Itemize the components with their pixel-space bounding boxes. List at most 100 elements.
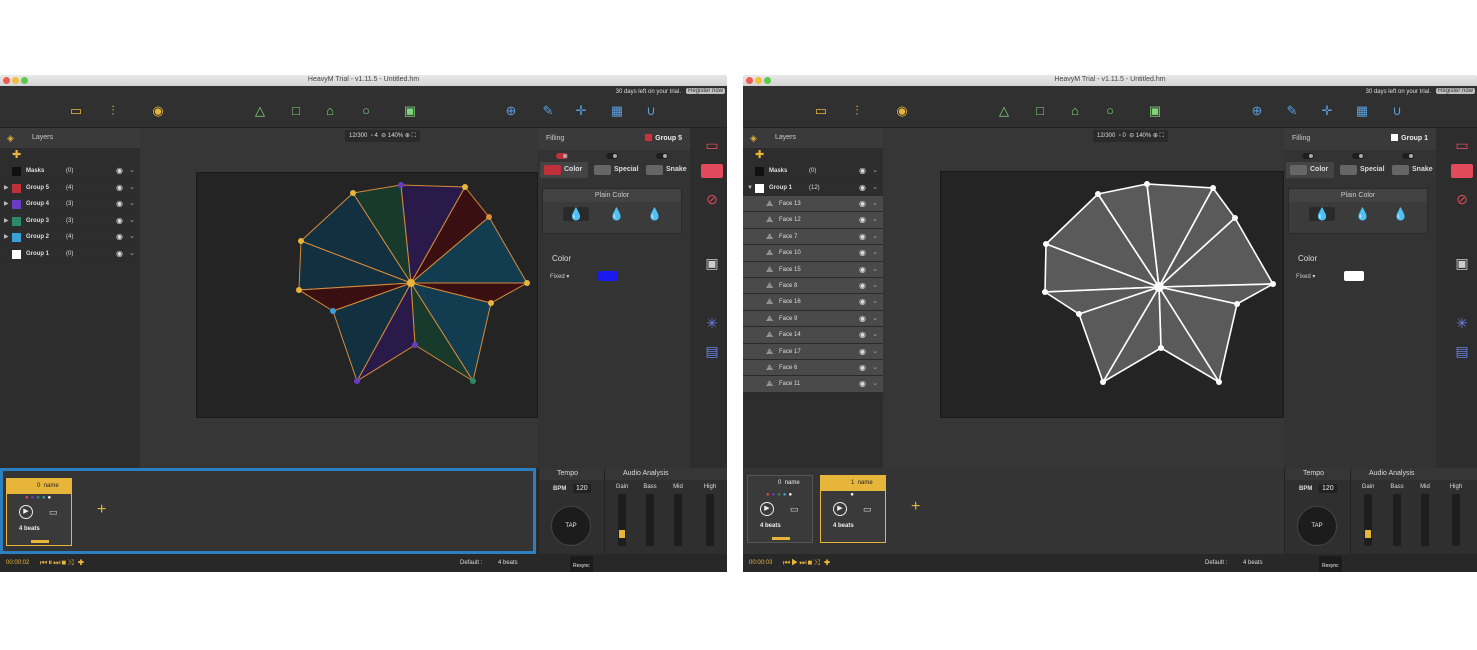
move-icon[interactable]: ✛ [573,103,589,119]
chevron-down-icon[interactable]: ⌄ [872,344,878,360]
video-icon[interactable]: ▤ [1451,344,1473,358]
add-layer-button[interactable]: ✚ [743,148,883,163]
chevron-down-icon[interactable]: ⌄ [872,245,878,261]
eye-icon[interactable]: ◉ [859,262,866,278]
band-mid[interactable]: Mid [1414,484,1436,546]
target-icon[interactable]: ⊕ [1249,103,1265,119]
chevron-down-icon[interactable]: ⌄ [129,229,135,246]
expand-icon[interactable]: ▶ [4,213,9,230]
mixer-icon[interactable]: ⫶ [849,103,865,119]
default-beats[interactable]: 4 beats [1243,554,1263,572]
add-clip-button[interactable]: + [911,498,920,516]
eye-icon[interactable]: ◉ [859,360,866,376]
chevron-down-icon[interactable]: ⌄ [872,229,878,245]
tab-color[interactable]: Color [540,162,588,178]
image-tool-icon[interactable]: ▣ [1147,103,1163,119]
image-tool-icon[interactable]: ▣ [402,103,418,119]
clip-beats[interactable]: 4 beats [833,523,854,529]
plain-drop-icon[interactable]: 💧 [1309,207,1335,221]
sequence-clip[interactable]: 0 name ●●●●● ▶ ▭ 4 beats [747,475,813,543]
shape-tool-icon[interactable]: ⌂ [322,103,338,119]
expand-icon[interactable]: ▶ [4,180,9,197]
eye-icon[interactable]: ◉ [859,311,866,327]
band-high[interactable]: High [699,484,721,546]
tab-color[interactable]: Color [1286,162,1334,178]
face-row[interactable]: ⟁ Face 14 ◉ ⌄ [743,327,883,344]
grid-icon[interactable]: ▦ [609,103,625,119]
tab-special[interactable]: Special [590,162,640,178]
color-toggle[interactable] [556,153,568,159]
eye-icon[interactable]: ◉ [859,376,866,392]
mask-icon[interactable]: ⊘ [701,192,723,206]
expand-icon[interactable]: ▶ [4,229,9,246]
face-row[interactable]: ⟁ Face 12 ◉ ⌄ [743,212,883,229]
chevron-down-icon[interactable]: ⌄ [129,180,135,197]
layer-row[interactable]: Masks (0) ◉ ⌄ [0,163,140,180]
resync-button[interactable]: Resync [1319,556,1342,572]
projector-icon[interactable]: ▭ [68,103,84,119]
color-swatch[interactable] [1344,271,1364,281]
layer-row[interactable]: ▶ Group 2 (4) ◉ ⌄ [0,229,140,246]
shape-tool-icon[interactable]: ⌂ [1067,103,1083,119]
target-icon[interactable]: ⊕ [503,103,519,119]
chevron-down-icon[interactable]: ⌄ [129,213,135,230]
split-drop-icon[interactable]: 💧 [1393,207,1408,221]
camera-icon[interactable]: ◉ [150,103,166,119]
eye-icon[interactable]: ◉ [859,327,866,343]
register-button[interactable]: Register now [685,88,725,94]
band-bass[interactable]: Bass [639,484,661,546]
eye-icon[interactable]: ◉ [116,246,123,263]
tap-button[interactable]: TAP [551,506,591,546]
fixed-select[interactable]: Fixed ▾ [1296,273,1315,280]
layer-row[interactable]: ▶ Group 4 (3) ◉ ⌄ [0,196,140,213]
sequence-clip[interactable]: 0 name ●●●●● ▶ ▭ 4 beats [6,478,72,546]
face-row[interactable]: ⟁ Face 10 ◉ ⌄ [743,245,883,262]
eye-icon[interactable]: ◉ [859,344,866,360]
chevron-down-icon[interactable]: ⌄ [872,196,878,212]
shapes-canvas[interactable] [941,172,1285,419]
layer-row[interactable]: ▶ Group 3 (3) ◉ ⌄ [0,213,140,230]
add-clip-button[interactable]: + [97,501,106,519]
sparkle-icon[interactable]: ✳ [1451,316,1473,330]
resync-button[interactable]: Resync [570,556,593,572]
face-row[interactable]: ⟁ Face 16 ◉ ⌄ [743,294,883,311]
chevron-down-icon[interactable]: ⌄ [872,311,878,327]
chevron-down-icon[interactable]: ⌄ [872,294,878,310]
band-high[interactable]: High [1445,484,1467,546]
brush-icon[interactable]: ✎ [540,103,556,119]
filled-rect-icon[interactable]: ■ [701,164,723,178]
loop-icon[interactable]: ▭ [863,504,872,515]
band-mid[interactable]: Mid [667,484,689,546]
square-tool-icon[interactable]: □ [288,103,304,119]
projection-stage[interactable] [940,171,1284,418]
eye-icon[interactable]: ◉ [859,245,866,261]
snake-toggle[interactable] [1402,153,1414,159]
expand-icon[interactable]: ▶ [4,196,9,213]
eye-icon[interactable]: ◉ [859,196,866,212]
transport-controls[interactable]: ⏮▶⏭■⤨ ✚ [783,554,831,572]
fixed-select[interactable]: Fixed ▾ [550,273,569,280]
eye-icon[interactable]: ◉ [859,212,866,228]
add-layer-button[interactable]: ✚ [0,148,140,163]
snake-toggle[interactable] [656,153,668,159]
face-row[interactable]: ⟁ Face 7 ◉ ⌄ [743,228,883,246]
face-row[interactable]: ⟁ Face 11 ◉ ⌄ [743,376,883,393]
clip-beats[interactable]: 4 beats [760,523,781,529]
mask-icon[interactable]: ⊘ [1451,192,1473,206]
chevron-down-icon[interactable]: ⌄ [872,360,878,376]
register-button[interactable]: Register now [1435,88,1475,94]
eye-icon[interactable]: ◉ [859,229,866,245]
projector-icon[interactable]: ▭ [813,103,829,119]
eye-icon[interactable]: ◉ [116,229,123,246]
play-icon[interactable]: ▶ [19,505,33,519]
special-toggle[interactable] [1352,153,1364,159]
layer-row[interactable]: Group 1 (0) ◉ ⌄ [0,246,140,263]
bpm-input[interactable]: 120 [573,484,591,493]
eye-icon[interactable]: ◉ [116,213,123,230]
face-row[interactable]: ⟁ Face 17 ◉ ⌄ [743,343,883,360]
face-row[interactable]: ⟁ Face 8 ◉ ⌄ [743,277,883,295]
collapse-icon[interactable]: ▼ [747,180,753,197]
eye-icon[interactable]: ◉ [859,180,866,197]
plain-drop-icon[interactable]: 💧 [563,207,589,221]
gradient-drop-icon[interactable]: 💧 [609,207,624,221]
